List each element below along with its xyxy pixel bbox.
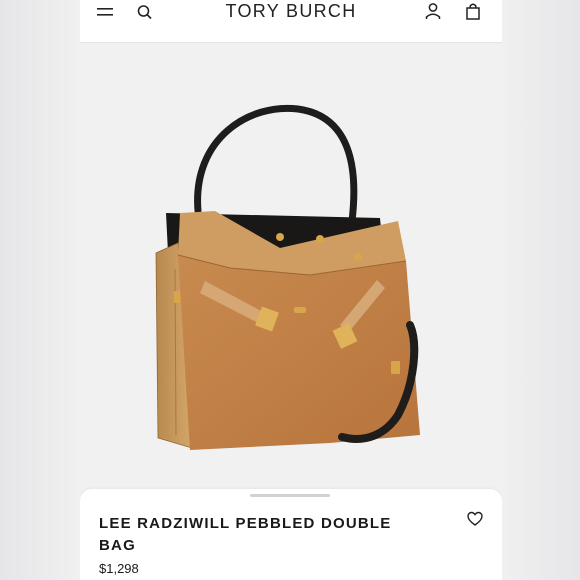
left-backdrop [0,0,80,580]
product-price: $1,298 [99,561,139,576]
sheet-drag-handle[interactable] [250,494,330,497]
heart-icon[interactable] [467,511,483,527]
right-backdrop [502,0,580,580]
shopping-bag-icon[interactable] [464,2,482,20]
bag-handle [194,104,358,225]
product-info-sheet: LEE RADZIWILL PEBBLED DOUBLE BAG $1,298 [80,489,502,580]
user-icon[interactable] [424,2,442,20]
product-image[interactable] [80,43,502,490]
top-nav-bar: TORY BURCH [80,0,502,43]
phone-screen: TORY BURCH LEE RADZIWILL PEBBLED DOUBLE … [80,0,502,580]
bag-front-body [177,254,420,450]
product-title: LEE RADZIWILL PEBBLED DOUBLE BAG [99,515,392,554]
